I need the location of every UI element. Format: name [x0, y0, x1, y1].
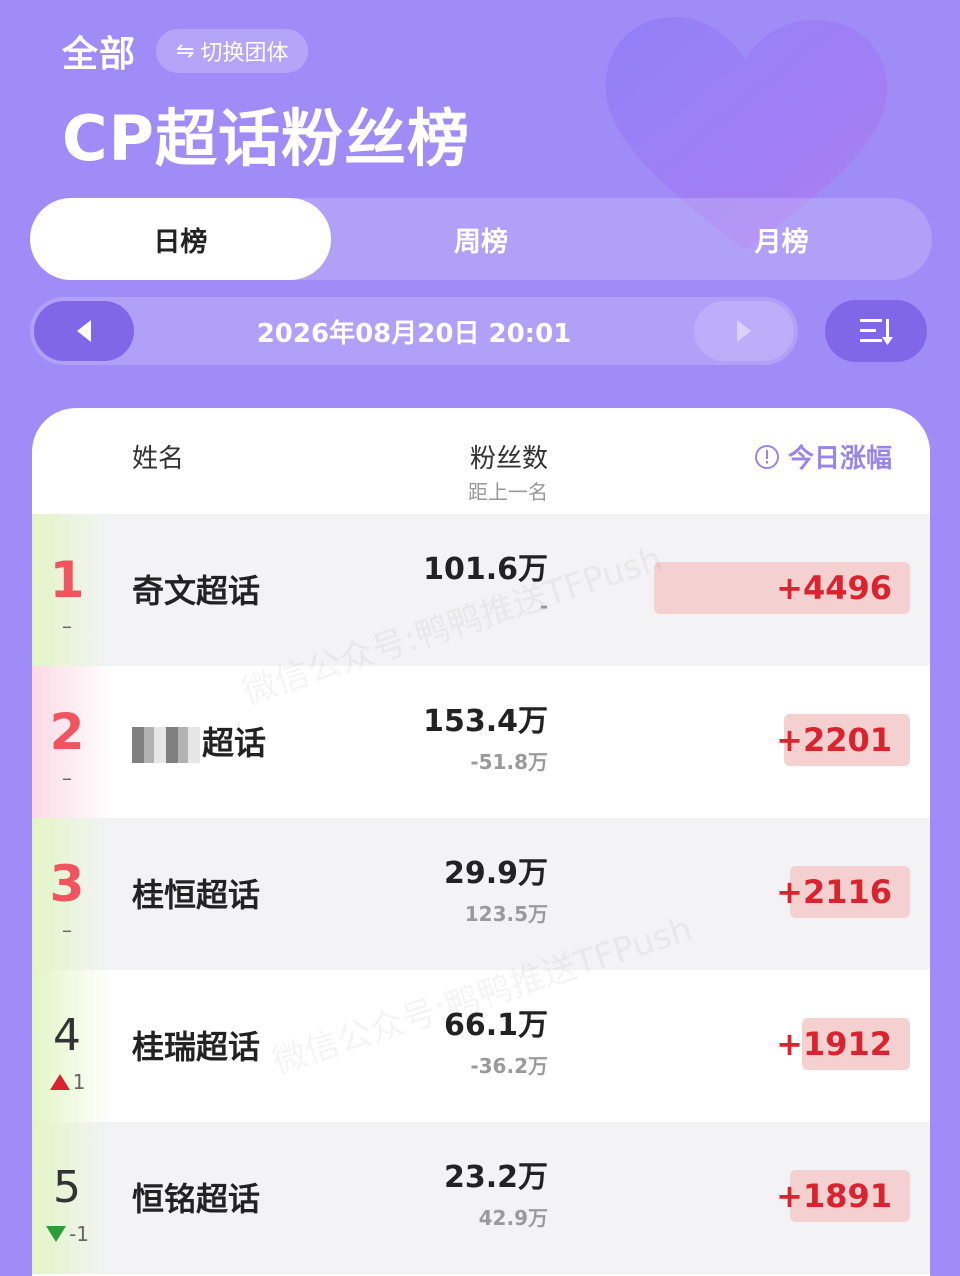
topic-name: 超话 — [202, 724, 267, 762]
rank-change: – — [32, 766, 102, 790]
period-tabs: 日榜 周榜 月榜 — [30, 198, 932, 280]
rank-number: 4 — [53, 1010, 81, 1061]
rank-change-value: -1 — [69, 1222, 89, 1246]
growth-badge: +2201 — [776, 714, 910, 766]
rank-change: -1 — [32, 1222, 102, 1246]
column-fans-header: 粉丝数 — [469, 444, 548, 474]
table-header: 姓名 粉丝数 距上一名 今日涨幅 — [32, 408, 930, 514]
gap-to-previous: - — [539, 594, 548, 618]
growth-badge: +4496 — [654, 562, 910, 614]
sort-button[interactable] — [825, 300, 927, 362]
tab-weekly[interactable]: 周榜 — [331, 198, 632, 280]
rank-number: 5 — [53, 1162, 81, 1213]
column-growth-label: 今日涨幅 — [787, 444, 892, 474]
rank-change: 1 — [32, 1070, 102, 1094]
rank-change-value: – — [62, 614, 72, 638]
fans-count: 29.9万 — [443, 856, 548, 891]
table-row[interactable]: 1 – 奇文超话 101.6万 - +4496 — [32, 514, 930, 666]
topic-name[interactable]: 桂恒超话 — [132, 870, 260, 916]
scope-label[interactable]: 全部 — [62, 25, 136, 77]
rank-number: 3 — [49, 855, 85, 913]
fans-count: 101.6万 — [423, 552, 548, 587]
prev-date-button[interactable] — [34, 301, 134, 361]
info-icon — [754, 444, 779, 469]
rank-number: 1 — [49, 551, 85, 609]
column-gap-header: 距上一名 — [468, 480, 548, 504]
fans-count: 66.1万 — [443, 1008, 548, 1043]
rank-up-icon — [49, 1074, 70, 1090]
column-name-header: 姓名 — [132, 444, 185, 474]
chevron-right-icon — [737, 320, 751, 342]
header-top: 全部 ⇋ 切换团体 — [62, 25, 309, 77]
tab-monthly[interactable]: 月榜 — [631, 198, 932, 280]
topic-name[interactable]: 奇文超话 — [132, 566, 260, 612]
table-row[interactable]: 5 -1 恒铭超话 23.2万 42.9万 +1891 — [32, 1122, 930, 1274]
rank-change-value: – — [62, 766, 72, 790]
chevron-left-icon — [77, 320, 91, 342]
rank-down-icon — [46, 1226, 67, 1242]
date-display: 2026年08月20日 20:01 — [256, 318, 572, 349]
switch-group-label: 切换团体 — [200, 41, 289, 66]
growth-badge: +1891 — [776, 1170, 910, 1222]
rank-number: 2 — [49, 703, 85, 761]
topic-name-row[interactable]: 超话 — [132, 718, 266, 764]
ranking-card: 姓名 粉丝数 距上一名 今日涨幅 1 – 奇文超话 101.6万 - +4496… — [32, 408, 930, 1276]
topic-name[interactable]: 恒铭超话 — [132, 1174, 260, 1220]
rank-change: – — [32, 918, 102, 942]
table-row[interactable]: 2 – 超话 153.4万 -51.8万 +2201 — [32, 666, 930, 818]
swap-icon: ⇋ — [176, 38, 195, 64]
fans-count: 153.4万 — [423, 704, 548, 739]
column-growth-header[interactable]: 今日涨幅 — [754, 438, 892, 475]
rank-change: – — [32, 614, 102, 638]
gap-to-previous: -51.8万 — [470, 750, 548, 774]
table-row[interactable]: 4 1 桂瑞超话 66.1万 -36.2万 +1912 — [32, 970, 930, 1122]
growth-badge: +2116 — [776, 866, 910, 918]
next-date-button[interactable] — [694, 301, 794, 361]
tab-daily[interactable]: 日榜 — [30, 198, 331, 280]
topic-name[interactable]: 桂瑞超话 — [132, 1022, 260, 1068]
rank-change-value: 1 — [72, 1070, 86, 1094]
switch-group-button[interactable]: ⇋ 切换团体 — [156, 29, 309, 73]
table-row[interactable]: 3 – 桂恒超话 29.9万 123.5万 +2116 — [32, 818, 930, 970]
gap-to-previous: -36.2万 — [470, 1054, 548, 1078]
rank-change-value: – — [62, 918, 72, 942]
fans-count: 23.2万 — [443, 1160, 548, 1195]
gap-to-previous: 123.5万 — [464, 902, 548, 926]
page-title: CP超话粉丝榜 — [62, 102, 470, 175]
sort-icon — [860, 319, 893, 345]
gap-to-previous: 42.9万 — [478, 1206, 548, 1230]
growth-badge: +1912 — [776, 1018, 910, 1070]
redacted-name — [132, 727, 200, 763]
date-bar: 2026年08月20日 20:01 — [30, 297, 798, 365]
